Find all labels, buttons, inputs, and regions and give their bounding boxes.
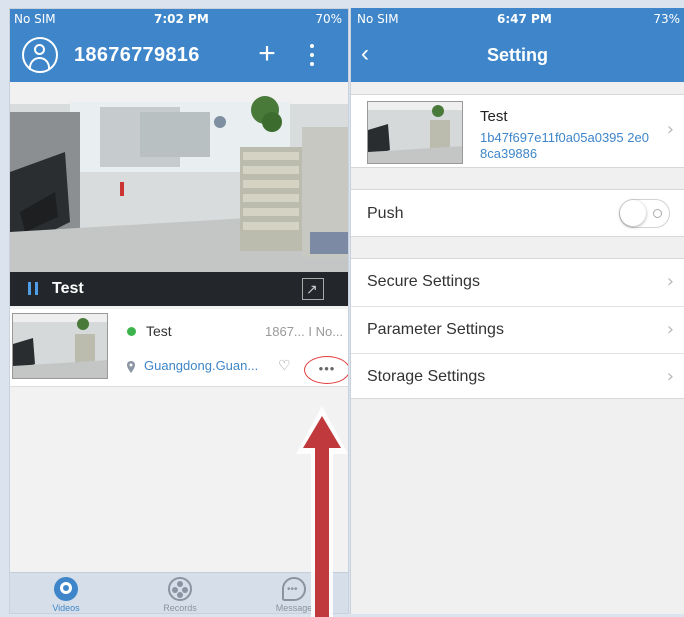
tab-videos[interactable]: Videos <box>26 573 106 613</box>
live-video-view[interactable] <box>10 82 348 279</box>
storage-settings-label: Storage Settings <box>367 368 486 385</box>
online-status-dot <box>127 327 136 336</box>
screenshot-canvas: No SIM 7:02 PM 70% 18676779816 + Test ↗ … <box>0 0 684 617</box>
device-thumbnail <box>12 313 108 379</box>
device-uid: 1b47f697e11f0a05a0395 2e08ca39886 <box>480 130 649 161</box>
status-bar: No SIM 6:47 PM 73% <box>351 8 684 30</box>
pause-icon[interactable] <box>28 282 40 296</box>
device-list-item[interactable]: Test 1867... I No... Guangdong.Guan... ♡… <box>10 309 348 387</box>
battery-percent: 70% <box>315 12 342 26</box>
device-location: Guangdong.Guan... <box>144 358 259 373</box>
add-device-button[interactable]: + <box>254 36 280 72</box>
device-info-card[interactable]: Test 1b47f697e11f0a05a0395 2e08ca39886 › <box>351 94 684 168</box>
settings-screen: No SIM 6:47 PM 73% ‹ Setting Test 1b47f6… <box>350 8 684 614</box>
clock: 7:02 PM <box>154 12 209 26</box>
toggle-off-icon <box>653 209 662 218</box>
device-thumbnail <box>367 101 463 164</box>
tab-records-label: Records <box>163 603 197 613</box>
annotation-arrow-icon <box>296 406 348 617</box>
page-title: Setting <box>487 45 548 65</box>
push-label: Push <box>367 205 404 222</box>
parameter-settings-row[interactable]: Parameter Settings › <box>351 306 684 353</box>
office-camera-image <box>10 82 348 279</box>
heart-icon[interactable]: ♡ <box>278 357 291 374</box>
tab-videos-label: Videos <box>52 603 80 613</box>
camera-icon <box>54 577 78 601</box>
chevron-right-icon: › <box>666 271 674 292</box>
app-header: 18676779816 + <box>10 29 348 82</box>
push-toggle[interactable] <box>619 199 670 228</box>
chevron-right-icon: › <box>666 119 674 140</box>
push-setting-row: Push <box>351 189 684 237</box>
toggle-knob <box>620 200 646 226</box>
clock: 6:47 PM <box>497 12 552 26</box>
secure-settings-label: Secure Settings <box>367 273 480 290</box>
app-header: ‹ Setting <box>351 30 684 82</box>
carrier-label: No SIM <box>14 12 56 26</box>
status-bar: No SIM 7:02 PM 70% <box>10 9 348 29</box>
account-number: 18676779816 <box>74 44 200 66</box>
device-name: Test <box>480 108 508 125</box>
video-title: Test <box>52 280 84 297</box>
avatar-icon[interactable] <box>22 37 58 73</box>
more-menu-button[interactable] <box>306 41 318 71</box>
fullscreen-icon[interactable]: ↗ <box>302 278 324 300</box>
storage-settings-row[interactable]: Storage Settings › <box>351 353 684 400</box>
video-control-bar: Test ↗ <box>10 272 348 306</box>
battery-percent: 73% <box>653 12 680 26</box>
carrier-label: No SIM <box>357 12 399 26</box>
device-more-button[interactable]: ••• <box>304 356 348 384</box>
device-name: Test <box>146 323 172 339</box>
chevron-right-icon: › <box>666 366 674 387</box>
settings-list: Secure Settings › Parameter Settings › S… <box>351 258 684 399</box>
secure-settings-row[interactable]: Secure Settings › <box>351 259 684 306</box>
chevron-right-icon: › <box>666 319 674 340</box>
parameter-settings-label: Parameter Settings <box>367 321 504 338</box>
film-reel-icon <box>168 577 192 601</box>
tab-records[interactable]: Records <box>140 573 220 613</box>
device-id: 1867... I No... <box>265 324 344 339</box>
location-pin-icon <box>127 361 135 373</box>
